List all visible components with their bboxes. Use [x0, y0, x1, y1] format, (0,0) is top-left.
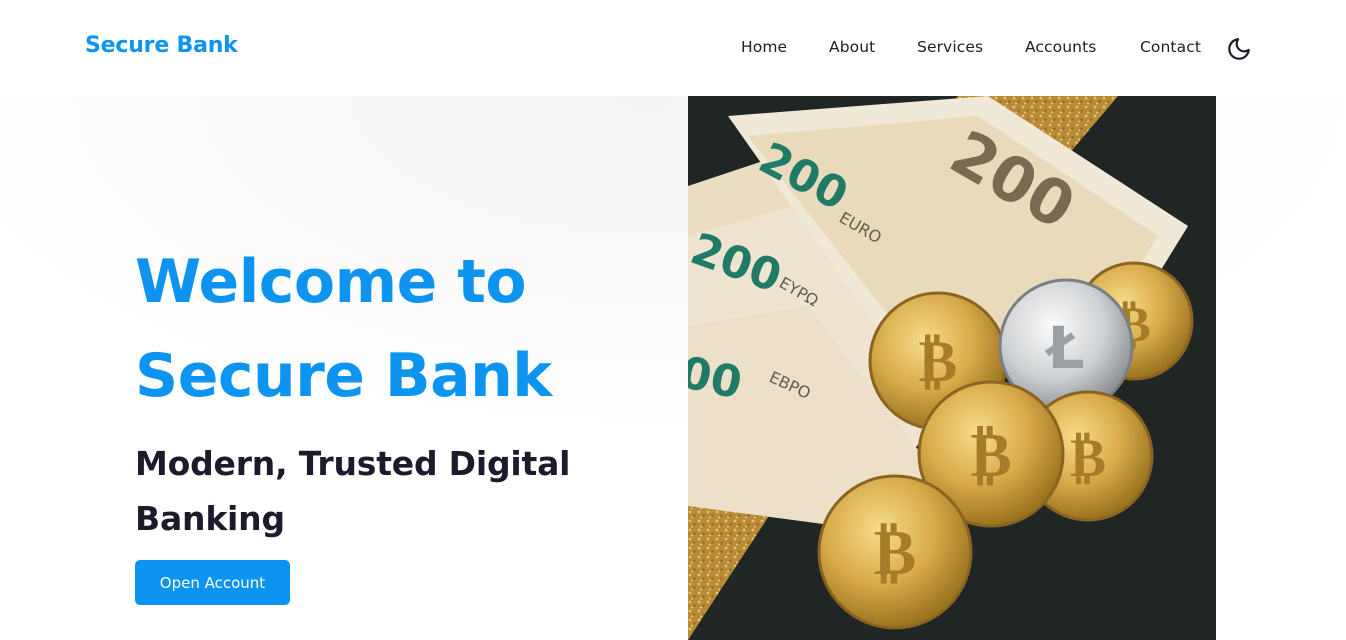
svg-text:₿: ₿: [1070, 426, 1106, 489]
open-account-button[interactable]: Open Account: [135, 560, 290, 605]
theme-toggle-button[interactable]: [1226, 36, 1252, 62]
svg-text:Ł: Ł: [1044, 314, 1084, 382]
hero-title: Welcome to Secure Bank: [135, 235, 655, 423]
hero-title-line-1: Welcome to: [135, 247, 527, 317]
gold-coin: ₿: [817, 474, 973, 630]
svg-text:₿: ₿: [970, 418, 1011, 491]
hero-title-line-2: Secure Bank: [135, 341, 552, 411]
svg-text:₿: ₿: [874, 516, 917, 590]
nav-accounts[interactable]: Accounts: [1025, 38, 1096, 56]
nav-about[interactable]: About: [829, 38, 875, 56]
nav-services[interactable]: Services: [917, 38, 983, 56]
moon-icon: [1228, 38, 1250, 60]
nav-home[interactable]: Home: [741, 38, 787, 56]
brand-logo[interactable]: Secure Bank: [85, 33, 238, 58]
hero-image: 200 200 200 00 EURO EYPΩ EBPO ₿ ₿ Ł ₿ ₿: [688, 96, 1216, 640]
site-header: Secure Bank Home About Services Accounts…: [0, 0, 1346, 96]
nav-contact[interactable]: Contact: [1140, 38, 1201, 56]
money-coins-illustration: 200 200 200 00 EURO EYPΩ EBPO ₿ ₿ Ł ₿ ₿: [688, 96, 1216, 640]
svg-text:₿: ₿: [919, 327, 958, 395]
hero-subtitle: Modern, Trusted Digital Banking: [135, 444, 571, 538]
